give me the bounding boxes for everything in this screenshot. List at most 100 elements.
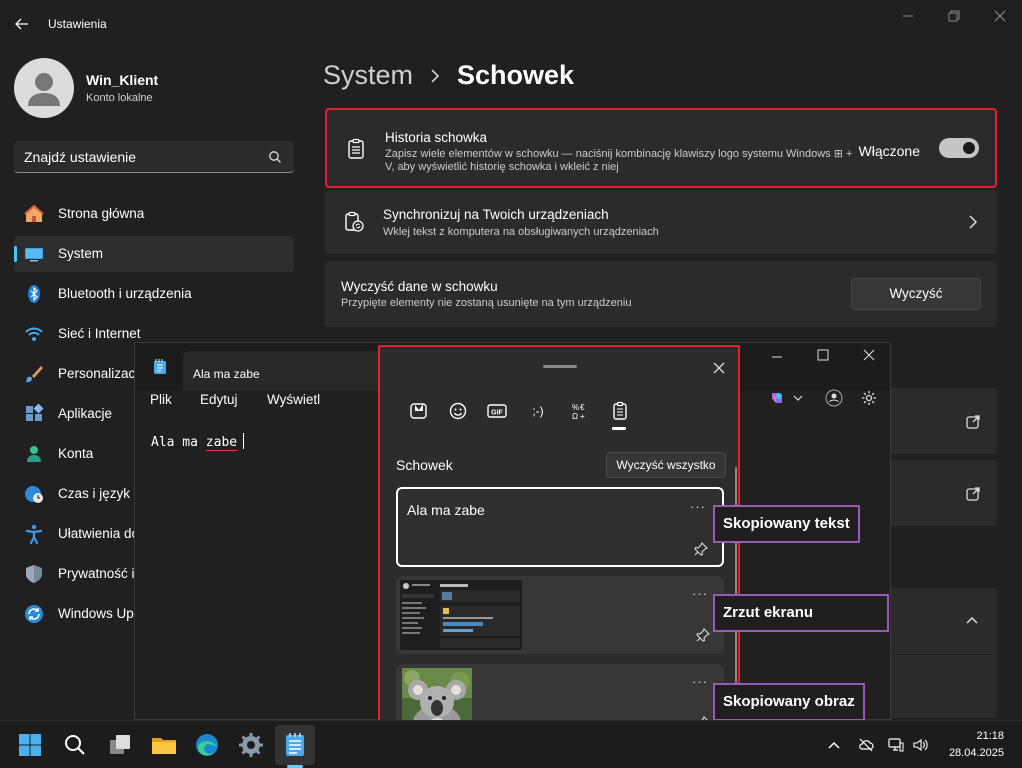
menu-view[interactable]: Wyświetl [267,392,320,407]
nav-apps-label: Aplikacje [58,406,113,421]
clipboard-history-panel: GIF ;-) % € Ω + Schowek Wyczyść wszystko Al… [378,345,740,752]
cloud-off-icon[interactable] [858,737,874,753]
search-icon[interactable] [268,150,282,164]
text-content: Ala ma [151,435,206,450]
chevron-up-icon[interactable] [965,614,979,626]
settings-icon[interactable] [237,731,265,759]
callout-copied-text: Skopiowany tekst [713,505,860,543]
callout-screenshot: Zrzut ekranu [713,594,889,632]
history-toggle[interactable] [939,138,979,158]
external-link-icon [966,487,980,501]
close-icon[interactable] [992,8,1008,24]
screenshot-thumbnail [400,580,522,650]
file-explorer-icon[interactable] [150,731,178,759]
monitor-icon [25,248,43,262]
kaomoji-icon[interactable]: ;-) [527,401,549,421]
nav-system[interactable]: System [14,236,294,272]
sync-title: Synchronizuj na Twoich urządzeniach [383,207,609,222]
active-tab-indicator [612,427,626,430]
nav-bluetooth[interactable]: Bluetooth i urządzenia [14,276,294,312]
clock-time[interactable]: 21:18 [976,730,1004,742]
network-icon[interactable] [888,737,904,753]
text-caret [243,433,245,449]
accessibility-icon [25,524,43,544]
restore-icon[interactable] [946,8,962,24]
sync-card[interactable]: Synchronizuj na Twoich urządzeniach Wkle… [325,190,997,254]
account-icon[interactable] [825,389,843,407]
search-icon[interactable] [61,731,89,759]
windows-start-icon[interactable] [16,731,44,759]
task-view-icon[interactable] [106,731,134,759]
drag-handle[interactable] [543,365,577,368]
pin-icon[interactable] [694,542,708,556]
chevron-right-icon [969,215,978,229]
nav-time-language-label: Czas i język [58,486,131,501]
copilot-icon[interactable] [769,390,785,406]
app-title: Ustawienia [48,17,107,31]
nav-network-label: Sieć i Internet [58,326,141,341]
notepad-tab-title: Ala ma zabe [193,367,260,381]
gear-icon[interactable] [861,390,877,406]
chevron-up-icon[interactable] [826,737,842,753]
nav-system-label: System [58,246,104,261]
page-title: Schowek [457,60,575,90]
clock-date[interactable]: 28.04.2025 [949,747,1004,759]
back-arrow-icon[interactable] [14,16,30,32]
clear-all-button[interactable]: Wyczyść wszystko [606,452,726,478]
shield-icon [26,565,42,583]
sync-description: Wklej tekst z komputera na obsługiwanych… [383,226,659,238]
globe-clock-icon [25,486,43,503]
edge-icon[interactable] [193,731,221,759]
avatar[interactable] [14,58,74,118]
notepad-icon[interactable] [281,731,309,759]
more-options-icon[interactable]: ··· [692,586,708,601]
account-type: Konto lokalne [86,92,153,104]
clipboard-item-screenshot[interactable]: ··· [396,576,724,654]
emoji-icon[interactable] [447,401,469,421]
bluetooth-icon [28,285,40,303]
nav-home[interactable]: Strona główna [14,196,294,232]
brush-icon [26,366,43,383]
menu-file[interactable]: Plik [150,392,172,407]
pin-icon[interactable] [696,628,710,642]
gif-icon[interactable]: GIF [486,401,508,421]
clear-description: Przypięte elementy nie zostaną usunięte … [341,297,632,309]
clipboard-icon[interactable] [609,401,631,421]
svg-text:+: + [580,412,585,421]
callout-copied-image: Skopiowany obraz [713,683,865,721]
maximize-icon[interactable] [817,349,829,361]
menu-edit[interactable]: Edytuj [200,392,238,407]
history-title: Historia schowka [385,130,488,145]
more-options-icon[interactable]: ··· [692,674,708,689]
close-icon[interactable] [712,361,726,375]
clipboard-item-text[interactable]: Ala ma zabe ··· [396,487,724,567]
update-icon [25,605,43,623]
breadcrumb-root[interactable]: System [323,60,413,91]
notepad-text-area[interactable]: Ala ma zabe [151,433,245,451]
misspelled-word: zabe [205,435,238,451]
more-options-icon[interactable]: ··· [690,499,706,514]
close-icon[interactable] [863,349,875,361]
volume-icon[interactable] [912,737,928,753]
svg-text:Ω: Ω [572,412,578,421]
home-icon [24,204,44,222]
taskbar: 21:18 28.04.2025 [0,720,1022,768]
clear-data-card: Wyczyść dane w schowku Przypięte element… [325,261,997,327]
sticker-icon[interactable] [408,401,430,421]
minimize-icon[interactable] [900,8,916,24]
svg-text:GIF: GIF [491,410,503,417]
notepad-tab[interactable]: Ala ma zabe [183,351,383,391]
search-input[interactable] [24,149,254,165]
clipboard-list-icon [348,138,364,159]
chevron-right-icon [431,69,440,83]
nav-bluetooth-label: Bluetooth i urządzenia [58,286,192,301]
apps-icon [26,404,44,421]
symbols-icon[interactable]: % €Ω + [568,401,590,421]
settings-search[interactable] [14,141,294,173]
chevron-down-icon[interactable] [793,394,803,402]
clipboard-history-card: Historia schowka Zapisz wiele elementów … [325,108,997,188]
svg-text:%: % [572,403,579,412]
clear-button[interactable]: Wyczyść [851,278,981,310]
svg-text:;-): ;-) [532,404,543,418]
minimize-icon[interactable] [771,351,783,363]
